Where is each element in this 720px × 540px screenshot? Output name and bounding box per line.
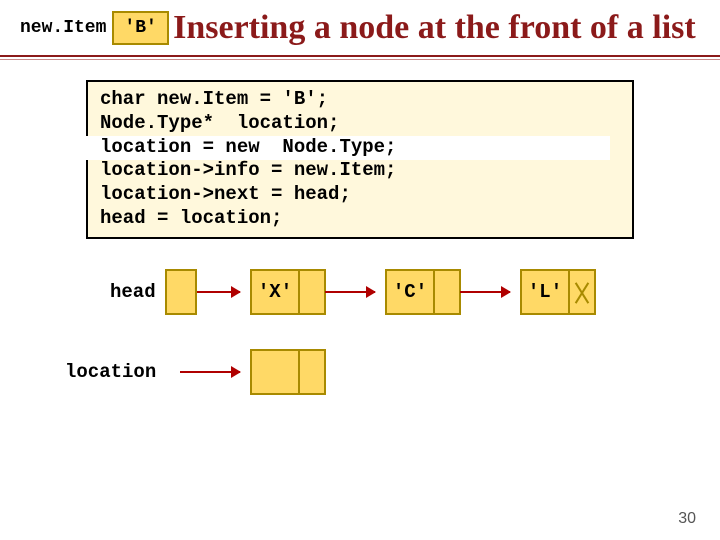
code-box: char new.Item = 'B'; Node.Type* location… [86,80,634,239]
code-line: location = new Node.Type; [100,136,620,160]
arrow-icon [180,371,240,373]
head-label: head [110,281,156,303]
code-line: location->info = new.Item; [100,159,620,183]
list-node-x: 'X' [250,269,326,315]
new-item-label: new.Item [20,18,106,38]
linked-list-diagram: head 'X' 'C' 'L' location [110,269,720,429]
code-line: location->next = head; [100,183,620,207]
location-pointer-box [165,269,197,315]
divider-thin [0,59,720,60]
location-label: location [65,361,156,383]
new-node-empty [250,349,326,395]
page-title: Inserting a node at the front of a list [169,8,720,47]
page-number: 30 [678,510,696,528]
node-next-null [570,271,594,313]
node-next [300,351,324,393]
node-next [435,271,459,313]
node-info [252,351,300,393]
arrow-icon [460,291,510,293]
node-info: 'L' [522,271,570,313]
code-line: head = location; [100,207,620,231]
code-line: char new.Item = 'B'; [100,88,620,112]
node-info: 'C' [387,271,435,313]
arrow-icon [325,291,375,293]
list-node-l: 'L' [520,269,596,315]
code-line: Node.Type* location; [100,112,620,136]
node-next [300,271,324,313]
list-node-c: 'C' [385,269,461,315]
divider-thick [0,55,720,57]
node-info: 'X' [252,271,300,313]
new-item-value-box: 'B' [112,11,168,45]
